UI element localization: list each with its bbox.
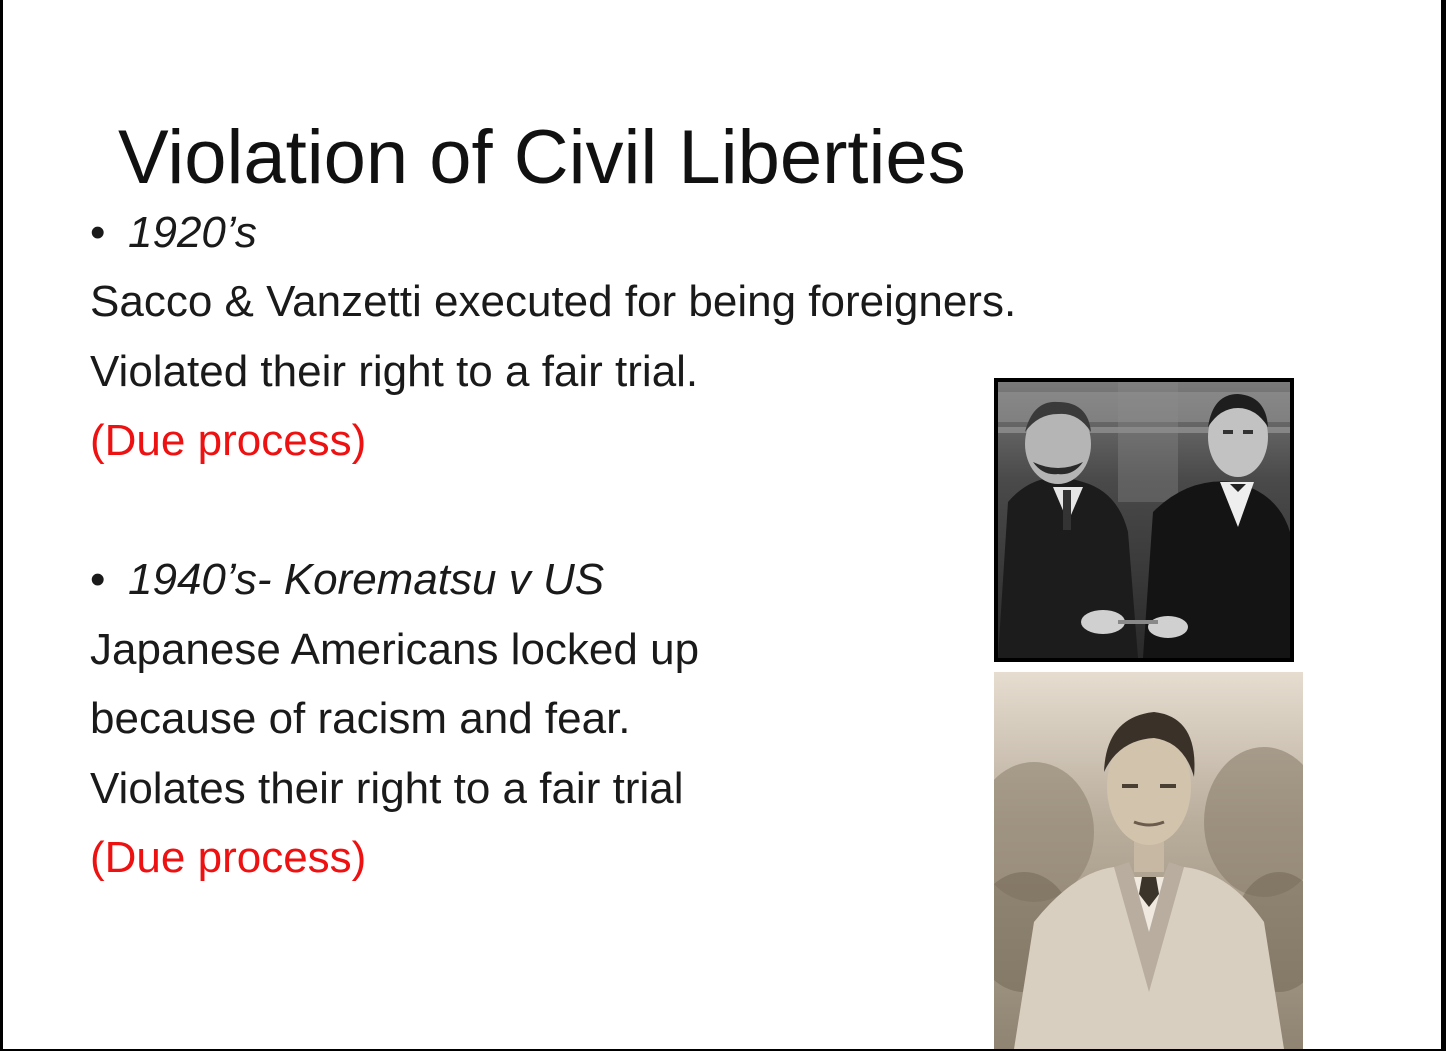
bullet-heading-1920s: 1920’s [128,208,257,257]
bullet-dot: • [90,208,106,257]
text-line-fair-trial-2: Violates their right to a fair trial [90,764,684,813]
due-process-label-2: (Due process) [90,833,367,882]
screen-frame: Violation of Civil Liberties • 1920’s Sac… [0,0,1446,1051]
bullet-item-1920s: • 1920’s [90,206,257,260]
text-line-japanese-americans: Japanese Americans locked up [90,625,700,674]
sacco-vanzetti-photo [994,378,1294,662]
bullet-item-1940s: • 1940’s- Korematsu v US [90,553,604,607]
bullet-heading-1940s: 1940’s- Korematsu v US [128,555,605,604]
bullet-dot: • [90,555,106,604]
slide-title: Violation of Civil Liberties [118,115,966,200]
text-line-fair-trial-1: Violated their right to a fair trial. [90,347,699,396]
sacco-vanzetti-photo-image [998,382,1290,658]
due-process-label-1: (Due process) [90,416,367,465]
text-line-racism-fear: because of racism and fear. [90,694,631,743]
korematsu-photo [994,672,1303,1049]
presentation-slide: Violation of Civil Liberties • 1920’s Sac… [3,0,1441,1049]
text-line-sacco-vanzetti: Sacco & Vanzetti executed for being fore… [90,277,1017,326]
korematsu-photo-image [994,672,1303,1049]
